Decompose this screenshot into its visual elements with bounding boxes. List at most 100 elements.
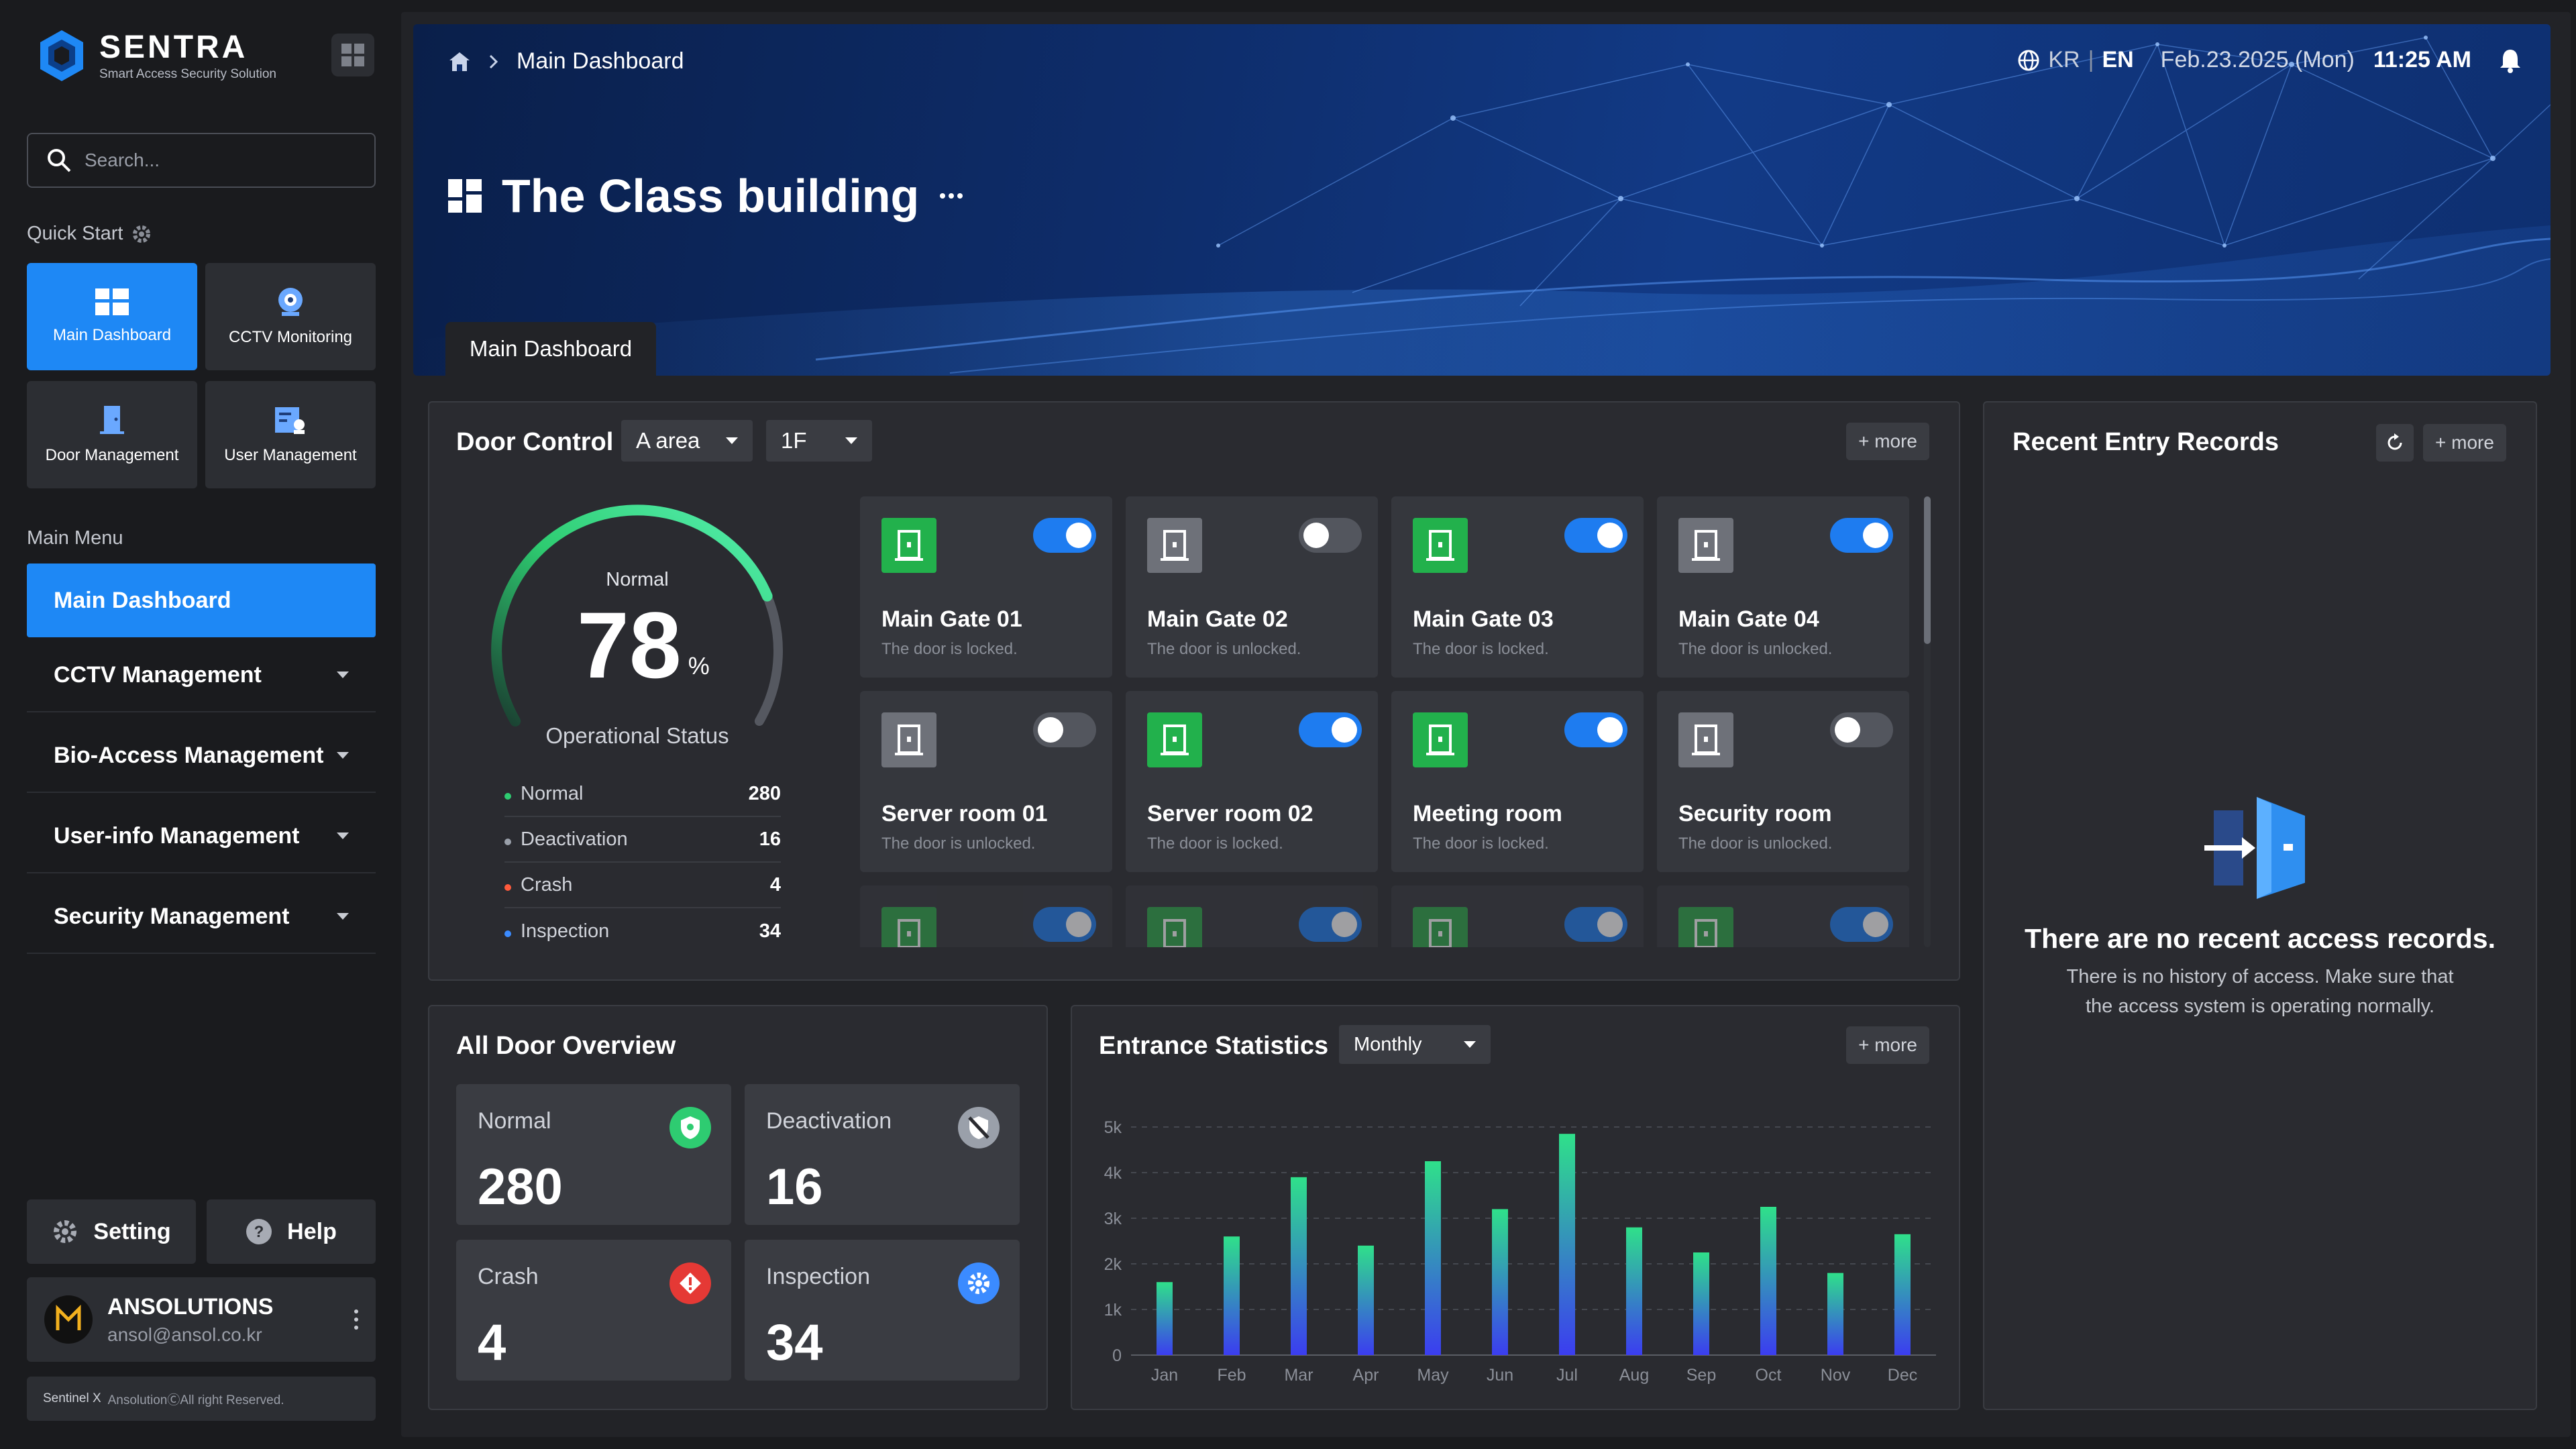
- chart-bar-aug[interactable]: [1626, 1227, 1642, 1355]
- recent-entries-more-button[interactable]: + more: [2423, 424, 2506, 462]
- quick-tile-door-management[interactable]: Door Management: [27, 381, 197, 488]
- gauge-caption: Operational Status: [545, 723, 729, 748]
- lang-en[interactable]: EN: [2102, 47, 2133, 73]
- overview-card-inspection[interactable]: Inspection 34: [745, 1240, 1020, 1381]
- floor-select-value: 1F: [781, 428, 807, 453]
- tab-main-dashboard[interactable]: Main Dashboard: [445, 322, 656, 376]
- grid-icon: [341, 44, 364, 66]
- door-lock-toggle[interactable]: [1564, 712, 1627, 747]
- overview-card-value: 16: [766, 1159, 823, 1216]
- copyright-text: AnsolutionⒸAll right Reserved.: [107, 1393, 284, 1407]
- chart-x-tick-label: Oct: [1756, 1366, 1782, 1385]
- chart-bar-feb[interactable]: [1224, 1236, 1240, 1355]
- entrance-statistics-title: Entrance Statistics: [1099, 1032, 1329, 1060]
- bell-icon[interactable]: [2498, 48, 2522, 73]
- more-options-icon[interactable]: [354, 1309, 358, 1330]
- door-lock-toggle[interactable]: [1033, 518, 1096, 553]
- period-select[interactable]: Monthly: [1339, 1025, 1491, 1064]
- refresh-button[interactable]: [2376, 424, 2414, 462]
- door-icon: [1678, 518, 1733, 573]
- language-switcher[interactable]: KR | EN: [2017, 47, 2134, 73]
- statistics-more-button[interactable]: + more: [1846, 1026, 1929, 1064]
- menu-item-cctv-management[interactable]: CCTV Management: [27, 639, 376, 712]
- copyright: Sentinel X AnsolutionⒸAll right Reserved…: [27, 1377, 376, 1421]
- door-icon: [100, 406, 124, 434]
- door-card[interactable]: [1391, 885, 1644, 947]
- door-status: The door is unlocked.: [1678, 640, 1833, 658]
- door-card[interactable]: Security room The door is unlocked.: [1657, 691, 1909, 872]
- setting-button[interactable]: Setting: [27, 1199, 196, 1264]
- door-card[interactable]: [860, 885, 1112, 947]
- door-lock-toggle[interactable]: [1564, 518, 1627, 553]
- scrollbar-thumb[interactable]: [1924, 496, 1931, 644]
- door-card[interactable]: [1657, 885, 1909, 947]
- chart-bar-oct[interactable]: [1760, 1207, 1776, 1355]
- chart-bar-dec[interactable]: [1894, 1234, 1911, 1355]
- search-input[interactable]: [85, 150, 366, 171]
- chart-bar-may[interactable]: [1425, 1161, 1441, 1355]
- chart-bar-apr[interactable]: [1358, 1245, 1374, 1355]
- door-card[interactable]: Server room 01 The door is unlocked.: [860, 691, 1112, 872]
- door-lock-toggle[interactable]: [1830, 712, 1893, 747]
- door-control-more-button[interactable]: + more: [1846, 423, 1929, 460]
- chart-y-tick-label: 5k: [1104, 1118, 1122, 1137]
- door-icon: [1147, 712, 1202, 767]
- quick-tile-label: User Management: [224, 446, 357, 464]
- quick-tile-user-management[interactable]: User Management: [205, 381, 376, 488]
- chart-bar-mar[interactable]: [1291, 1177, 1307, 1355]
- menu-item-user-info-management[interactable]: User-info Management: [27, 800, 376, 873]
- door-lock-toggle[interactable]: [1830, 518, 1893, 553]
- door-card[interactable]: Server room 02 The door is locked.: [1126, 691, 1378, 872]
- door-card[interactable]: Meeting room The door is locked.: [1391, 691, 1644, 872]
- door-name: Main Gate 03: [1413, 606, 1554, 632]
- menu-item-security-management[interactable]: Security Management: [27, 880, 376, 954]
- door-lock-toggle[interactable]: [1033, 712, 1096, 747]
- chart-bar-sep[interactable]: [1693, 1252, 1709, 1355]
- home-icon[interactable]: [448, 51, 471, 72]
- door-lock-toggle[interactable]: [1299, 518, 1362, 553]
- lang-kr[interactable]: KR: [2048, 47, 2080, 73]
- chart-bar-jan[interactable]: [1157, 1282, 1173, 1355]
- help-button[interactable]: ? Help: [207, 1199, 376, 1264]
- status-dot: [504, 930, 511, 937]
- help-label: Help: [287, 1218, 337, 1244]
- overview-card-crash[interactable]: Crash 4: [456, 1240, 731, 1381]
- menu-item-main-dashboard[interactable]: Main Dashboard: [27, 564, 376, 637]
- door-lock-toggle[interactable]: [1033, 907, 1096, 942]
- overview-card-normal[interactable]: Normal 280: [456, 1084, 731, 1225]
- more-horizontal-icon[interactable]: [939, 193, 963, 199]
- user-profile-card[interactable]: ANSOLUTIONS ansol@ansol.co.kr: [27, 1277, 376, 1362]
- chart-bar-jul[interactable]: [1559, 1134, 1575, 1355]
- period-select-value: Monthly: [1354, 1033, 1422, 1055]
- help-icon: ?: [246, 1219, 272, 1244]
- stat-label: Inspection: [521, 920, 610, 942]
- floor-select[interactable]: 1F: [766, 420, 872, 462]
- door-card[interactable]: Main Gate 02 The door is unlocked.: [1126, 496, 1378, 678]
- door-card[interactable]: Main Gate 01 The door is locked.: [860, 496, 1112, 678]
- menu-item-bio-access-management[interactable]: Bio-Access Management: [27, 719, 376, 793]
- area-select[interactable]: A area: [621, 420, 753, 462]
- stat-value: 16: [759, 828, 781, 850]
- gear-icon[interactable]: [131, 223, 152, 245]
- overview-card-deactivation[interactable]: Deactivation 16: [745, 1084, 1020, 1225]
- apps-grid-button[interactable]: [331, 34, 374, 76]
- door-icon: [1413, 907, 1468, 947]
- chart-bar-nov[interactable]: [1827, 1273, 1843, 1355]
- door-lock-toggle[interactable]: [1299, 712, 1362, 747]
- dashboard-icon: [95, 288, 129, 315]
- search-field[interactable]: [27, 133, 376, 188]
- door-card[interactable]: Main Gate 03 The door is locked.: [1391, 496, 1644, 678]
- door-lock-toggle[interactable]: [1564, 907, 1627, 942]
- quick-tile-main-dashboard[interactable]: Main Dashboard: [27, 263, 197, 370]
- brand-logo[interactable]: SENTRA Smart Access Security Solution: [38, 25, 333, 86]
- door-card[interactable]: Main Gate 04 The door is unlocked.: [1657, 496, 1909, 678]
- quick-tile-cctv-monitoring[interactable]: CCTV Monitoring: [205, 263, 376, 370]
- breadcrumb-current[interactable]: Main Dashboard: [517, 48, 684, 74]
- door-name: Main Gate 01: [881, 606, 1022, 632]
- door-lock-toggle[interactable]: [1830, 907, 1893, 942]
- chart-gridlines: [1131, 1126, 1936, 1356]
- door-grid-scrollbar[interactable]: [1924, 496, 1931, 947]
- door-card[interactable]: [1126, 885, 1378, 947]
- chart-bar-jun[interactable]: [1492, 1209, 1508, 1355]
- door-lock-toggle[interactable]: [1299, 907, 1362, 942]
